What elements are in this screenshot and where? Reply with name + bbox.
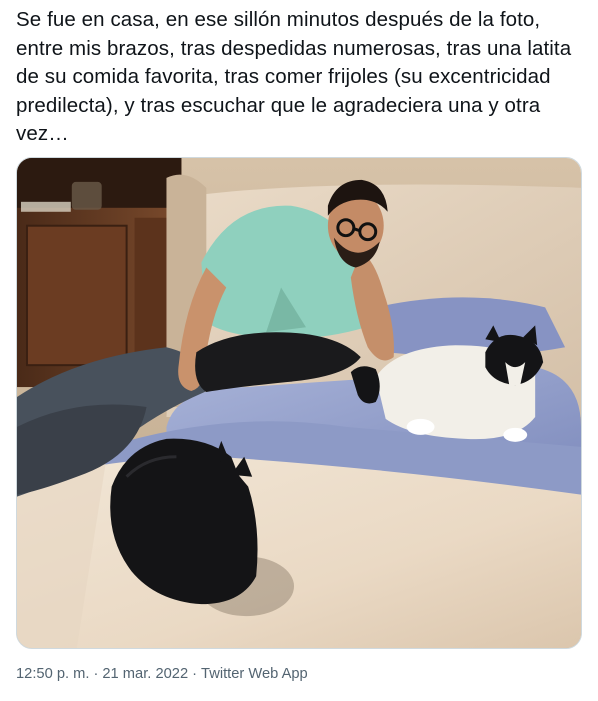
- tweet-time: 12:50 p. m.: [16, 666, 90, 682]
- tweet-source-link[interactable]: Twitter Web App: [201, 666, 308, 682]
- tweet-timestamp-link[interactable]: 12:50 p. m. · 21 mar. 2022: [16, 666, 188, 682]
- photo-scene: [17, 158, 581, 648]
- tweet-text: Se fue en casa, en ese sillón minutos de…: [16, 8, 572, 146]
- tweet-photo[interactable]: [16, 157, 582, 649]
- tweet-date: 21 mar. 2022: [102, 666, 189, 682]
- separator: ·: [93, 666, 99, 682]
- separator: ·: [192, 666, 198, 682]
- tweet-metadata: 12:50 p. m. · 21 mar. 2022 · Twitter Web App: [16, 664, 308, 684]
- tweet: Se fue en casa, en ese sillón minutos de…: [0, 0, 598, 701]
